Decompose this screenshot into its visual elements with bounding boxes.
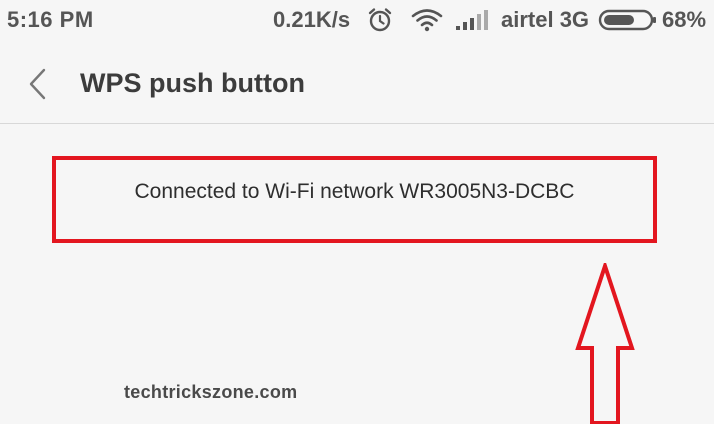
highlight-box: Connected to Wi-Fi network WR3005N3-DCBC (52, 156, 657, 243)
carrier-name: airtel 3G (501, 7, 590, 32)
chevron-left-icon (29, 68, 46, 100)
page-title: WPS push button (80, 68, 305, 98)
signal-icon (455, 9, 489, 36)
battery-icon (598, 9, 658, 36)
network-speed: 0.21K/s (273, 7, 351, 32)
title-bar: WPS push button (0, 42, 714, 124)
up-arrow-annotation-icon (574, 259, 636, 424)
connection-status-message: Connected to Wi-Fi network WR3005N3-DCBC (134, 180, 575, 203)
status-time: 5:16 PM (7, 7, 94, 32)
main-content: Connected to Wi-Fi network WR3005N3-DCBC… (0, 124, 714, 424)
status-bar: 5:16 PM 0.21K/s airtel 3G 68% (0, 0, 714, 42)
alarm-icon (366, 6, 394, 39)
phone-screen: 5:16 PM 0.21K/s airtel 3G 68% WPS push b… (0, 0, 714, 424)
back-button[interactable] (18, 60, 58, 108)
watermark-text: techtrickszone.com (124, 382, 298, 402)
wifi-icon (411, 8, 443, 37)
battery-percent: 68% (662, 7, 707, 32)
